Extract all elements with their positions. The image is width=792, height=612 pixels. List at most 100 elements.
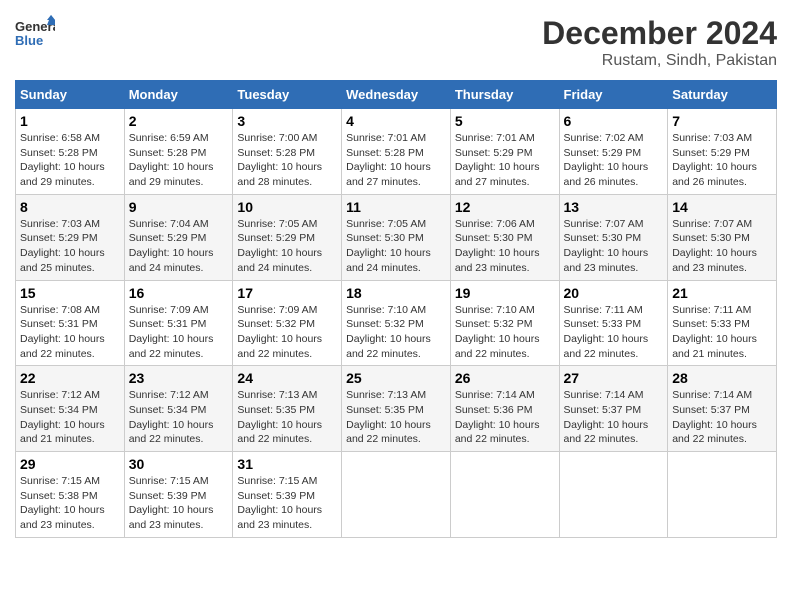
weekday-header: Tuesday [233,81,342,109]
day-info: Sunrise: 7:15 AMSunset: 5:39 PMDaylight:… [237,475,322,531]
day-info: Sunrise: 7:00 AMSunset: 5:28 PMDaylight:… [237,132,322,188]
day-info: Sunrise: 7:03 AMSunset: 5:29 PMDaylight:… [672,132,757,188]
day-number: 30 [129,456,229,472]
calendar-cell: 14 Sunrise: 7:07 AMSunset: 5:30 PMDaylig… [668,194,777,280]
weekday-header: Saturday [668,81,777,109]
day-info: Sunrise: 7:05 AMSunset: 5:30 PMDaylight:… [346,218,431,274]
day-number: 5 [455,113,555,129]
logo: General Blue [15,15,59,50]
calendar-cell: 26 Sunrise: 7:14 AMSunset: 5:36 PMDaylig… [450,366,559,452]
day-number: 18 [346,285,446,301]
calendar-cell: 20 Sunrise: 7:11 AMSunset: 5:33 PMDaylig… [559,280,668,366]
calendar-cell: 1 Sunrise: 6:58 AMSunset: 5:28 PMDayligh… [16,109,125,195]
day-info: Sunrise: 7:06 AMSunset: 5:30 PMDaylight:… [455,218,540,274]
weekday-header: Friday [559,81,668,109]
day-number: 7 [672,113,772,129]
day-number: 28 [672,370,772,386]
calendar-table: SundayMondayTuesdayWednesdayThursdayFrid… [15,80,777,538]
day-number: 2 [129,113,229,129]
calendar-cell: 3 Sunrise: 7:00 AMSunset: 5:28 PMDayligh… [233,109,342,195]
day-info: Sunrise: 7:11 AMSunset: 5:33 PMDaylight:… [672,304,757,360]
day-info: Sunrise: 7:10 AMSunset: 5:32 PMDaylight:… [346,304,431,360]
weekday-header: Thursday [450,81,559,109]
title-block: December 2024 Rustam, Sindh, Pakistan [542,15,777,70]
day-info: Sunrise: 7:02 AMSunset: 5:29 PMDaylight:… [564,132,649,188]
calendar-cell: 4 Sunrise: 7:01 AMSunset: 5:28 PMDayligh… [342,109,451,195]
day-number: 3 [237,113,337,129]
day-number: 31 [237,456,337,472]
day-info: Sunrise: 7:12 AMSunset: 5:34 PMDaylight:… [129,389,214,445]
calendar-week-row: 1 Sunrise: 6:58 AMSunset: 5:28 PMDayligh… [16,109,777,195]
calendar-cell: 9 Sunrise: 7:04 AMSunset: 5:29 PMDayligh… [124,194,233,280]
day-number: 24 [237,370,337,386]
day-number: 6 [564,113,664,129]
day-number: 27 [564,370,664,386]
day-number: 17 [237,285,337,301]
calendar-cell: 8 Sunrise: 7:03 AMSunset: 5:29 PMDayligh… [16,194,125,280]
day-info: Sunrise: 6:59 AMSunset: 5:28 PMDaylight:… [129,132,214,188]
calendar-cell [342,452,451,538]
calendar-cell [559,452,668,538]
day-number: 15 [20,285,120,301]
day-number: 1 [20,113,120,129]
day-info: Sunrise: 7:11 AMSunset: 5:33 PMDaylight:… [564,304,649,360]
calendar-cell: 2 Sunrise: 6:59 AMSunset: 5:28 PMDayligh… [124,109,233,195]
day-info: Sunrise: 7:14 AMSunset: 5:37 PMDaylight:… [672,389,757,445]
day-info: Sunrise: 7:01 AMSunset: 5:29 PMDaylight:… [455,132,540,188]
calendar-cell: 16 Sunrise: 7:09 AMSunset: 5:31 PMDaylig… [124,280,233,366]
day-number: 23 [129,370,229,386]
calendar-cell: 22 Sunrise: 7:12 AMSunset: 5:34 PMDaylig… [16,366,125,452]
calendar-cell: 13 Sunrise: 7:07 AMSunset: 5:30 PMDaylig… [559,194,668,280]
day-info: Sunrise: 7:01 AMSunset: 5:28 PMDaylight:… [346,132,431,188]
logo-icon: General Blue [15,15,55,50]
calendar-cell: 7 Sunrise: 7:03 AMSunset: 5:29 PMDayligh… [668,109,777,195]
svg-text:Blue: Blue [15,33,43,48]
day-info: Sunrise: 7:14 AMSunset: 5:36 PMDaylight:… [455,389,540,445]
calendar-cell: 19 Sunrise: 7:10 AMSunset: 5:32 PMDaylig… [450,280,559,366]
day-info: Sunrise: 6:58 AMSunset: 5:28 PMDaylight:… [20,132,105,188]
calendar-cell: 23 Sunrise: 7:12 AMSunset: 5:34 PMDaylig… [124,366,233,452]
calendar-week-row: 15 Sunrise: 7:08 AMSunset: 5:31 PMDaylig… [16,280,777,366]
day-info: Sunrise: 7:03 AMSunset: 5:29 PMDaylight:… [20,218,105,274]
calendar-cell: 5 Sunrise: 7:01 AMSunset: 5:29 PMDayligh… [450,109,559,195]
calendar-cell: 28 Sunrise: 7:14 AMSunset: 5:37 PMDaylig… [668,366,777,452]
day-info: Sunrise: 7:07 AMSunset: 5:30 PMDaylight:… [564,218,649,274]
day-number: 13 [564,199,664,215]
day-info: Sunrise: 7:09 AMSunset: 5:31 PMDaylight:… [129,304,214,360]
day-number: 16 [129,285,229,301]
calendar-cell: 24 Sunrise: 7:13 AMSunset: 5:35 PMDaylig… [233,366,342,452]
calendar-week-row: 29 Sunrise: 7:15 AMSunset: 5:38 PMDaylig… [16,452,777,538]
day-number: 22 [20,370,120,386]
day-info: Sunrise: 7:07 AMSunset: 5:30 PMDaylight:… [672,218,757,274]
calendar-cell: 29 Sunrise: 7:15 AMSunset: 5:38 PMDaylig… [16,452,125,538]
calendar-cell: 18 Sunrise: 7:10 AMSunset: 5:32 PMDaylig… [342,280,451,366]
weekday-header-row: SundayMondayTuesdayWednesdayThursdayFrid… [16,81,777,109]
day-number: 20 [564,285,664,301]
calendar-cell: 30 Sunrise: 7:15 AMSunset: 5:39 PMDaylig… [124,452,233,538]
weekday-header: Sunday [16,81,125,109]
day-info: Sunrise: 7:05 AMSunset: 5:29 PMDaylight:… [237,218,322,274]
day-number: 26 [455,370,555,386]
day-number: 21 [672,285,772,301]
day-number: 29 [20,456,120,472]
day-number: 8 [20,199,120,215]
day-info: Sunrise: 7:12 AMSunset: 5:34 PMDaylight:… [20,389,105,445]
calendar-cell: 12 Sunrise: 7:06 AMSunset: 5:30 PMDaylig… [450,194,559,280]
calendar-cell: 27 Sunrise: 7:14 AMSunset: 5:37 PMDaylig… [559,366,668,452]
day-number: 25 [346,370,446,386]
calendar-cell: 25 Sunrise: 7:13 AMSunset: 5:35 PMDaylig… [342,366,451,452]
day-info: Sunrise: 7:15 AMSunset: 5:38 PMDaylight:… [20,475,105,531]
day-info: Sunrise: 7:15 AMSunset: 5:39 PMDaylight:… [129,475,214,531]
day-info: Sunrise: 7:09 AMSunset: 5:32 PMDaylight:… [237,304,322,360]
calendar-cell: 17 Sunrise: 7:09 AMSunset: 5:32 PMDaylig… [233,280,342,366]
calendar-cell [450,452,559,538]
day-number: 11 [346,199,446,215]
day-info: Sunrise: 7:13 AMSunset: 5:35 PMDaylight:… [346,389,431,445]
calendar-week-row: 8 Sunrise: 7:03 AMSunset: 5:29 PMDayligh… [16,194,777,280]
calendar-cell: 11 Sunrise: 7:05 AMSunset: 5:30 PMDaylig… [342,194,451,280]
calendar-week-row: 22 Sunrise: 7:12 AMSunset: 5:34 PMDaylig… [16,366,777,452]
day-number: 4 [346,113,446,129]
calendar-cell: 21 Sunrise: 7:11 AMSunset: 5:33 PMDaylig… [668,280,777,366]
calendar-cell: 31 Sunrise: 7:15 AMSunset: 5:39 PMDaylig… [233,452,342,538]
day-number: 19 [455,285,555,301]
